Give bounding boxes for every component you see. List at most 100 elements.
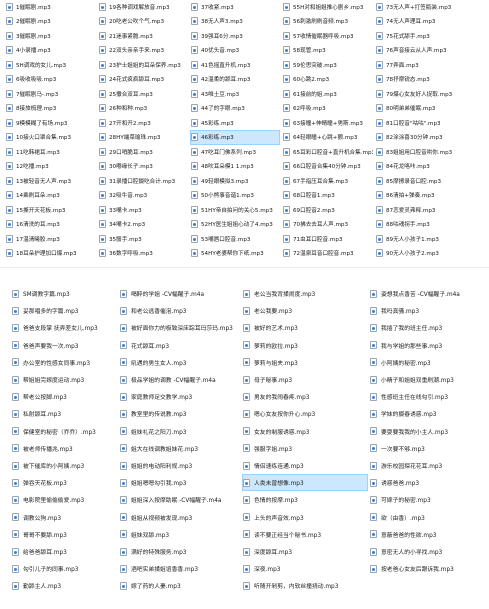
file-item[interactable]: 69口腔音2.mp3 [283,203,373,217]
file-item[interactable]: 38无人声3.mp3 [191,15,279,29]
file-item[interactable]: 51HY帝自拍问的关心5.mp3 [191,203,279,217]
file-item[interactable]: 58现管.mp3 [283,44,373,58]
file-item[interactable]: 76声音接云从人声.mp3 [376,44,486,58]
file-item[interactable]: 被好的艺术.mp3 [243,320,367,335]
file-item[interactable]: 爸爸声要我一次.mp3 [12,338,116,353]
file-item[interactable]: 87恋爱灵弗释.mp3 [376,203,486,217]
file-item[interactable]: 21迷事紧脆.mp3 [99,29,187,43]
file-item[interactable]: 66口腔音合集40分钟.mp3 [283,160,373,174]
file-item[interactable]: 男友的我闹春疼.mp3 [243,389,367,404]
file-item[interactable]: 读不要正经当个秘书.mp3 [243,527,367,542]
file-item[interactable]: 花式舔耳.mp3 [120,338,240,353]
file-item[interactable]: 强服字姐.mp3 [243,441,367,456]
file-item[interactable]: 65耳彩口腔音+直升机合集.mp3 [283,145,373,159]
file-item[interactable]: 哥哥不要舔.mp3 [12,527,116,542]
file-item[interactable]: 45彩练.mp3 [191,116,279,130]
file-item[interactable]: 老公我要.mp3 [243,303,367,318]
file-item[interactable]: 被好面你力的极致深床踪耳玛莎玛.mp3 [120,320,240,335]
file-item[interactable]: 70拂去去耳人声.mp3 [283,218,373,232]
file-item[interactable]: 姐姐深入按摩助眠 -CV幅醒子.m4a [120,492,240,507]
file-item[interactable]: 姿想我点香苦 -CV幅醒子.m4a [370,286,487,301]
file-item[interactable]: 49轻眼模拟3.mp3 [191,174,279,188]
file-item[interactable]: 2催眠剧.mp3 [6,15,94,29]
file-item[interactable]: 1催眠剧.mp3 [6,0,94,14]
file-item[interactable]: 19各种调戏解放音.mp3 [99,0,187,14]
file-item[interactable]: 我吗真骚.mp3 [370,303,487,318]
file-item[interactable]: 酒吧实弟揉姐谊香香.mp3 [120,561,240,576]
file-item[interactable]: 要耍要我我的小主人.mp3 [370,424,487,439]
file-item[interactable]: 7催眠剧马-.mp3 [6,87,94,101]
file-item[interactable]: 家庭教师足交教学.mp3 [120,389,240,404]
file-item[interactable]: 调教公狗.mp3 [12,510,116,525]
file-item[interactable]: 姐大在线调教姐妹花.mp3 [120,441,240,456]
file-item[interactable]: 9模模糊了有场.mp3 [6,116,94,130]
file-item[interactable]: 可嫁子的秘密.mp3 [370,492,487,507]
file-item[interactable]: 16清洗的耳.mp3 [6,218,94,232]
file-item[interactable]: 被下催库的小阿姨.mp3 [12,458,116,473]
file-item[interactable]: 帮老公按脚.mp3 [12,389,116,404]
file-item[interactable]: 39强耳6分.mp3 [191,29,279,43]
file-item[interactable]: 89无人小孩子1.mp3 [376,232,486,246]
file-item[interactable]: 意蔽爸爸的性欲.mp3 [370,527,487,542]
file-item[interactable]: 4小录播.mp3 [6,44,94,58]
file-item[interactable]: 电影院里偷偷偷爱.mp3 [12,492,116,507]
file-item[interactable]: 79爆心女友好人捉取.mp3 [376,87,486,101]
file-item[interactable]: 73无人声+打签瓶装.mp3 [376,0,486,14]
file-item[interactable]: 性感班主任在线勾引.mp3 [370,389,487,404]
file-item[interactable]: 勤舔主人.mp3 [12,578,116,593]
file-item[interactable]: 深夜.mp3 [243,561,367,576]
file-item[interactable]: 满好的特殊服务.mp3 [120,544,240,559]
file-item[interactable]: 姐姐从视频被发现.mp3 [120,510,240,525]
file-item[interactable]: 56刺激刷刷音频.mp3 [283,15,373,29]
file-item[interactable]: 47吃耳门佛系列.mp3 [191,145,279,159]
file-item[interactable]: 情侣速练连通.mp3 [243,458,367,473]
file-item[interactable]: 88咕魂拐手.mp3 [376,218,486,232]
file-item[interactable]: 42温柔的舔耳.mp3 [191,73,279,87]
file-item[interactable]: 29口哨脆耳.mp3 [99,145,187,159]
file-item[interactable]: 姐妹双舔.mp3 [120,527,240,542]
file-item[interactable]: 姐姐的电动阳利规.mp3 [120,458,240,473]
file-item[interactable]: 34嘴卡2.mp3 [99,218,187,232]
file-item[interactable]: 36数字呼吸.mp3 [99,247,187,261]
file-item[interactable]: 私射舔耳.mp3 [12,406,116,421]
file-item[interactable]: 75花式舔手.mp3 [376,29,486,43]
file-item[interactable]: 72温泉耳音口腔音.mp3 [283,247,373,261]
file-item[interactable]: 我插了我的班主任.mp3 [370,320,487,335]
file-item[interactable]: 勾引儿子的同事.mp3 [12,561,116,576]
file-item[interactable]: 26种和种.mp3 [99,102,187,116]
file-item[interactable]: 32吸牛音.mp3 [99,189,187,203]
file-item[interactable]: 27开和开2.mp3 [99,116,187,130]
file-item[interactable]: 深度舔耳.mp3 [243,544,367,559]
file-item[interactable]: 80明弟弟催眠.mp3 [376,102,486,116]
file-item[interactable]: 78抒摩锐态.mp3 [376,73,486,87]
file-item[interactable]: 10接火口罩合集.mp3 [6,131,94,145]
file-item[interactable]: 23护士姐姐的耳朵保养.mp3 [99,58,187,72]
file-item[interactable]: 81口腔音"咕咕".mp3 [376,116,486,130]
file-item[interactable]: 74无人声理耳.mp3 [376,15,486,29]
file-item[interactable]: 71虫耳口腔音.mp3 [283,232,373,246]
file-item[interactable]: 31录播口腔摄吃合计.mp3 [99,174,187,188]
file-item[interactable]: 诱惑爸爸.mp3 [370,475,487,490]
file-item[interactable]: 6吸收吸吸.mp3 [6,73,94,87]
file-item[interactable]: 60心跳2.mp3 [283,73,373,87]
file-item[interactable]: 86清拍+弹奏.mp3 [376,189,486,203]
file-item[interactable]: 20吃老公吹个气.mp3 [99,15,187,29]
file-item[interactable]: 64轻眼瞳+心跳+颤.mp3 [283,131,373,145]
file-item[interactable]: 萝莉与姐夫.mp3 [243,355,367,370]
file-item[interactable]: 44了的字眼.mp3 [191,102,279,116]
file-item[interactable]: 妥那唱多的字篇.mp3 [12,303,116,318]
file-item[interactable]: 和老公逃香催泡.mp3 [120,303,240,318]
file-item[interactable]: 听随开剁剪，内软丝撞挠动.mp3 [243,578,367,593]
file-item[interactable]: 59伦思突破.mp3 [283,58,373,72]
file-item[interactable]: 被老师传播兆.mp3 [12,441,116,456]
file-item[interactable]: 姐妹礼花之阳刀.mp3 [120,424,240,439]
file-item[interactable]: 11吃韩裙耳.mp3 [6,145,94,159]
file-item[interactable]: 90无人小孩子2.mp3 [376,247,486,261]
file-item[interactable]: 62呼吸.mp3 [283,102,373,116]
file-item[interactable]: 极品学姐的调教 -CV幅醒子.m4a [120,372,240,387]
file-item[interactable]: 小阿姨的秘密.mp3 [370,355,487,370]
file-item[interactable]: 喝醉的学姐 -CV幅醒子.m4a [120,286,240,301]
file-item[interactable]: 意密无人的小寻找.mp3 [370,544,487,559]
file-item[interactable]: 83姐姐用口腔音哄你.mp3 [376,145,486,159]
file-item[interactable]: 欲（由香）.mp3 [370,510,487,525]
